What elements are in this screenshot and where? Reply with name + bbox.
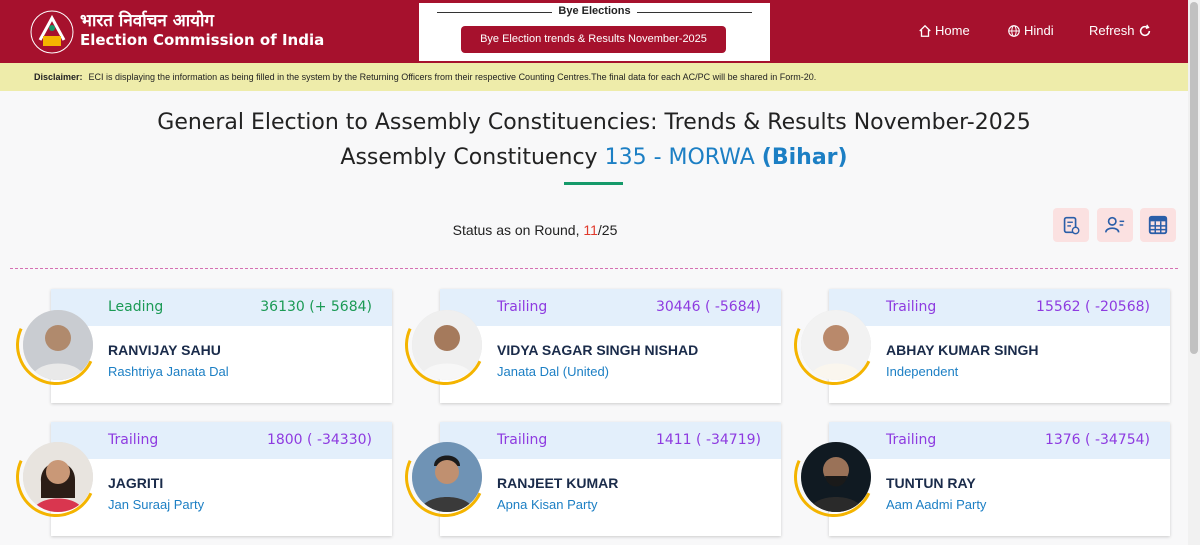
current-round: 11	[583, 222, 598, 238]
candidate-list-button[interactable]	[1097, 208, 1133, 242]
title-underline	[564, 182, 623, 185]
home-icon	[919, 24, 931, 37]
disclaimer-text: ECI is displaying the information as bei…	[88, 72, 817, 82]
total-rounds: /25	[597, 222, 618, 238]
candidate-card[interactable]: Trailing 30446 ( -5684) VIDYA SAGAR SING…	[440, 289, 781, 403]
candidate-status: Trailing	[108, 432, 159, 448]
nav-hindi[interactable]: Hindi	[1007, 23, 1054, 38]
candidate-card[interactable]: Leading 36130 (+ 5684) RANVIJAY SAHU Ras…	[51, 289, 392, 403]
constituency-prefix: Assembly Constituency	[340, 145, 598, 170]
candidate-votes: 15562 ( -20568)	[1036, 299, 1150, 315]
clipboard-stats-icon	[1063, 216, 1080, 235]
candidate-name: VIDYA SAGAR SINGH NISHAD	[497, 342, 699, 358]
brand-english[interactable]: Election Commission of India	[80, 31, 324, 49]
refresh-icon	[1139, 24, 1150, 36]
candidate-photo	[23, 310, 93, 380]
nav-home-label: Home	[935, 23, 970, 38]
candidate-party: Independent	[886, 364, 959, 379]
eci-logo-icon[interactable]	[30, 10, 74, 54]
person-icon	[412, 310, 482, 380]
candidate-party: Rashtriya Janata Dal	[108, 364, 229, 379]
candidate-status: Leading	[108, 299, 164, 315]
candidate-party: Janata Dal (United)	[497, 364, 609, 379]
page-title: General Election to Assembly Constituenc…	[157, 110, 1031, 135]
person-icon	[23, 442, 93, 512]
candidate-card[interactable]: Trailing 1411 ( -34719) RANJEET KUMAR Ap…	[440, 422, 781, 536]
candidate-votes: 30446 ( -5684)	[655, 299, 761, 315]
bye-results-button[interactable]: Bye Election trends & Results November-2…	[461, 26, 726, 53]
candidate-status: Trailing	[886, 432, 937, 448]
candidate-name: RANVIJAY SAHU	[108, 342, 221, 358]
person-icon	[23, 310, 93, 380]
globe-icon	[1008, 24, 1020, 37]
candidate-party: Jan Suraaj Party	[108, 497, 205, 512]
candidate-votes: 1800 ( -34330)	[266, 432, 372, 448]
candidate-status: Trailing	[497, 299, 548, 315]
constituency-state: (Bihar)	[761, 145, 848, 170]
candidate-photo	[801, 310, 871, 380]
candidate-name: JAGRITI	[108, 475, 164, 491]
person-icon	[801, 442, 871, 512]
disclaimer-label: Disclaimer:	[34, 72, 83, 82]
candidate-name: RANJEET KUMAR	[497, 475, 619, 491]
round-status-prefix: Status as on Round,	[452, 222, 580, 238]
bye-elections-title: Bye Elections	[558, 5, 631, 17]
candidate-card[interactable]: Trailing 15562 ( -20568) ABHAY KUMAR SIN…	[829, 289, 1170, 403]
candidate-status: Trailing	[886, 299, 937, 315]
nav-refresh[interactable]: Refresh	[1089, 23, 1152, 38]
candidate-name: TUNTUN RAY	[886, 475, 976, 491]
site-header: भारत निर्वाचन आयोग Election Commission o…	[0, 0, 1188, 63]
bye-elections-box: Bye Elections Bye Election trends & Resu…	[419, 3, 770, 61]
nav-refresh-label: Refresh	[1089, 23, 1135, 38]
person-icon	[412, 442, 482, 512]
candidate-votes: 1376 ( -34754)	[1044, 432, 1150, 448]
brand-hindi[interactable]: भारत निर्वाचन आयोग	[80, 8, 214, 31]
table-view-button[interactable]	[1140, 208, 1176, 242]
constituency-title: Assembly Constituency 135 - MORWA (Bihar…	[0, 145, 1188, 170]
candidate-name: ABHAY KUMAR SINGH	[886, 342, 1039, 358]
constituency-number: 135 - MORWA	[604, 145, 755, 170]
round-status: Status as on Round, 11/25	[0, 222, 1070, 238]
candidate-votes: 36130 (+ 5684)	[260, 299, 372, 315]
candidate-photo	[412, 442, 482, 512]
user-list-icon	[1105, 216, 1125, 233]
candidate-card[interactable]: Trailing 1376 ( -34754) TUNTUN RAY Aam A…	[829, 422, 1170, 536]
candidate-status: Trailing	[497, 432, 548, 448]
candidate-party: Apna Kisan Party	[497, 497, 598, 512]
candidate-photo	[23, 442, 93, 512]
candidate-card[interactable]: Trailing 1800 ( -34330) JAGRITI Jan Sura…	[51, 422, 392, 536]
nav-home[interactable]: Home	[918, 23, 970, 38]
candidate-votes: 1411 ( -34719)	[655, 432, 761, 448]
round-wise-button[interactable]	[1053, 208, 1089, 242]
table-icon	[1148, 215, 1168, 235]
candidate-party: Aam Aadmi Party	[886, 497, 987, 512]
section-divider	[10, 268, 1178, 269]
person-icon	[801, 310, 871, 380]
candidate-photo	[412, 310, 482, 380]
candidate-photo	[801, 442, 871, 512]
disclaimer-bar: Disclaimer: ECI is displaying the informa…	[0, 63, 1188, 91]
nav-hindi-label: Hindi	[1024, 23, 1054, 38]
scrollbar-thumb[interactable]	[1190, 2, 1198, 354]
